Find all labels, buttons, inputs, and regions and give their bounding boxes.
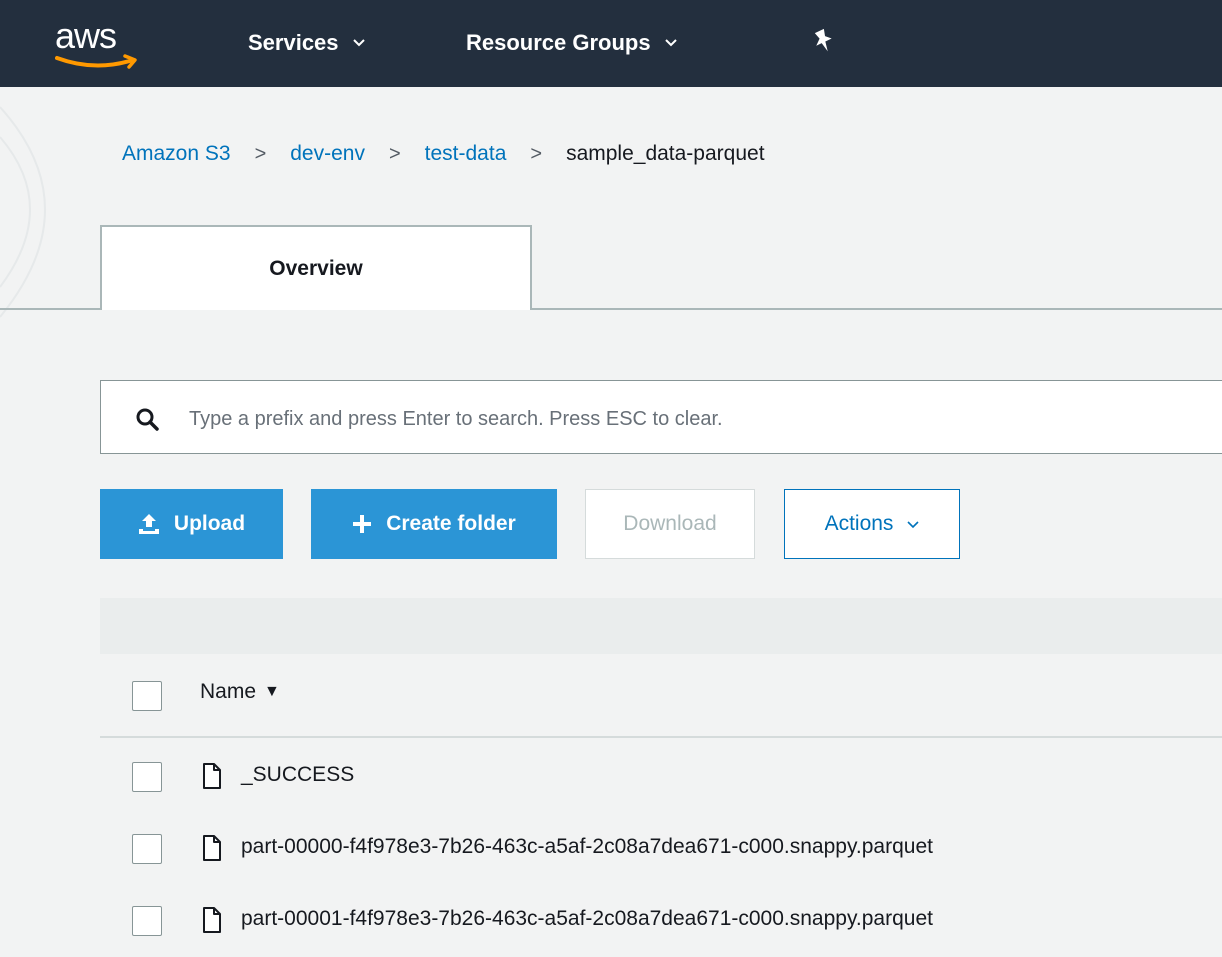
services-menu[interactable]: Services: [248, 30, 365, 56]
breadcrumb-amazon-s3[interactable]: Amazon S3: [122, 142, 231, 166]
file-icon: [203, 907, 221, 933]
upload-icon: [138, 514, 159, 534]
download-label: Download: [623, 512, 717, 535]
file-name[interactable]: part-00001-f4f978e3-7b26-463c-a5af-2c08a…: [241, 907, 933, 931]
table-row[interactable]: part-00001-f4f978e3-7b26-463c-a5af-2c08a…: [100, 885, 1222, 957]
file-name[interactable]: _SUCCESS: [241, 763, 354, 787]
resource-groups-menu[interactable]: Resource Groups: [466, 30, 677, 56]
file-icon: [203, 763, 221, 789]
table-row[interactable]: part-00000-f4f978e3-7b26-463c-a5af-2c08a…: [100, 813, 1222, 885]
name-header-label: Name: [200, 680, 257, 703]
actions-dropdown-button[interactable]: Actions: [784, 489, 960, 559]
breadcrumb-separator: >: [254, 142, 267, 165]
search-icon: [136, 408, 159, 431]
actions-label: Actions: [824, 512, 894, 535]
select-all-checkbox[interactable]: [132, 681, 162, 711]
upload-label: Upload: [173, 512, 246, 535]
tab-active-cover: [102, 306, 530, 310]
sort-desc-icon: ▼: [264, 683, 280, 700]
file-name[interactable]: part-00000-f4f978e3-7b26-463c-a5af-2c08a…: [241, 835, 933, 859]
create-folder-label: Create folder: [386, 512, 516, 535]
breadcrumb-separator: >: [530, 142, 543, 165]
row-checkbox[interactable]: [132, 906, 162, 936]
breadcrumb-current: sample_data-parquet: [566, 142, 765, 165]
download-button[interactable]: Download: [585, 489, 755, 559]
breadcrumb-test-data[interactable]: test-data: [425, 142, 507, 166]
top-navigation-bar: aws Services Resource Groups: [0, 0, 1222, 87]
breadcrumb-separator: >: [388, 142, 401, 165]
breadcrumb-dev-env[interactable]: dev-env: [290, 142, 365, 166]
aws-smile-icon: [55, 54, 137, 69]
row-checkbox[interactable]: [132, 762, 162, 792]
tab-overview[interactable]: Overview: [100, 225, 532, 309]
search-input[interactable]: [187, 401, 1191, 437]
chevron-down-icon: [352, 39, 365, 47]
table-toolbar: [100, 598, 1222, 654]
resource-groups-label: Resource Groups: [466, 30, 651, 55]
chevron-down-icon: [907, 521, 920, 529]
file-icon: [203, 835, 221, 861]
breadcrumb: Amazon S3 > dev-env > test-data > sample…: [122, 142, 765, 166]
aws-logo-text: aws: [55, 15, 117, 56]
create-folder-button[interactable]: Create folder: [311, 489, 557, 559]
row-checkbox[interactable]: [132, 834, 162, 864]
services-label: Services: [248, 30, 339, 55]
upload-button[interactable]: Upload: [100, 489, 283, 559]
search-box: [100, 380, 1222, 454]
table-header: Name ▼: [100, 654, 1222, 738]
chevron-down-icon: [664, 39, 677, 47]
pin-icon[interactable]: [813, 28, 835, 54]
aws-logo[interactable]: aws: [55, 18, 145, 74]
plus-icon: [353, 515, 372, 533]
table-row[interactable]: _SUCCESS: [100, 741, 1222, 813]
name-column-header[interactable]: Name ▼: [200, 680, 280, 704]
